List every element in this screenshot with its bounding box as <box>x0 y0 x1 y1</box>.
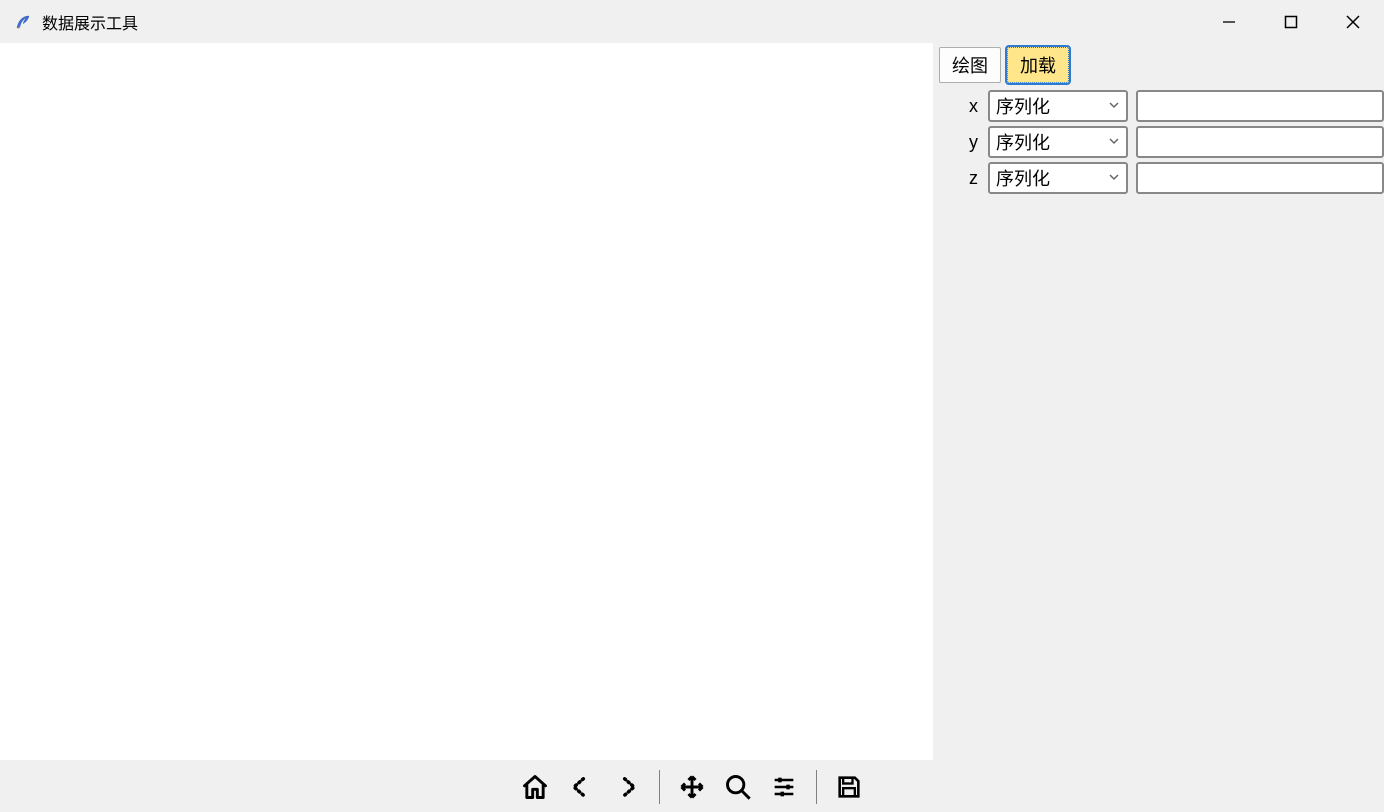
separator <box>816 770 817 804</box>
side-panel: 绘图 加载 x 序列化 y 序列化 <box>933 43 1384 762</box>
row-z: z 序列化 <box>939 161 1384 195</box>
combo-y-value: 序列化 <box>996 129 1050 155</box>
combo-z-value: 序列化 <box>996 165 1050 191</box>
plot-button[interactable]: 绘图 <box>939 47 1001 83</box>
combo-x[interactable]: 序列化 <box>988 90 1128 122</box>
home-icon[interactable] <box>521 773 549 801</box>
side-buttons: 绘图 加载 <box>939 47 1384 83</box>
forward-icon[interactable] <box>613 773 641 801</box>
label-y: y <box>939 132 988 153</box>
pan-icon[interactable] <box>678 773 706 801</box>
close-button[interactable] <box>1322 0 1384 43</box>
main-area: 绘图 加载 x 序列化 y 序列化 <box>0 43 1384 762</box>
combo-x-value: 序列化 <box>996 93 1050 119</box>
chevron-down-icon <box>1108 98 1120 114</box>
window-controls <box>1198 0 1384 43</box>
window-title: 数据展示工具 <box>42 10 138 34</box>
label-z: z <box>939 168 988 189</box>
plot-toolbar <box>0 762 1384 812</box>
titlebar: 数据展示工具 <box>0 0 1384 43</box>
app-feather-icon <box>14 12 32 32</box>
combo-z[interactable]: 序列化 <box>988 162 1128 194</box>
row-y: y 序列化 <box>939 125 1384 159</box>
axis-rows: x 序列化 y 序列化 <box>939 89 1384 195</box>
combo-y[interactable]: 序列化 <box>988 126 1128 158</box>
load-button[interactable]: 加载 <box>1007 47 1069 83</box>
back-icon[interactable] <box>567 773 595 801</box>
maximize-button[interactable] <box>1260 0 1322 43</box>
chevron-down-icon <box>1108 134 1120 150</box>
zoom-icon[interactable] <box>724 773 752 801</box>
label-x: x <box>939 96 988 117</box>
chevron-down-icon <box>1108 170 1120 186</box>
minimize-button[interactable] <box>1198 0 1260 43</box>
plot-canvas[interactable] <box>0 43 933 760</box>
entry-y[interactable] <box>1136 126 1384 158</box>
entry-x[interactable] <box>1136 90 1384 122</box>
save-icon[interactable] <box>835 773 863 801</box>
titlebar-left: 数据展示工具 <box>0 10 138 34</box>
row-x: x 序列化 <box>939 89 1384 123</box>
separator <box>659 770 660 804</box>
entry-z[interactable] <box>1136 162 1384 194</box>
configure-icon[interactable] <box>770 773 798 801</box>
